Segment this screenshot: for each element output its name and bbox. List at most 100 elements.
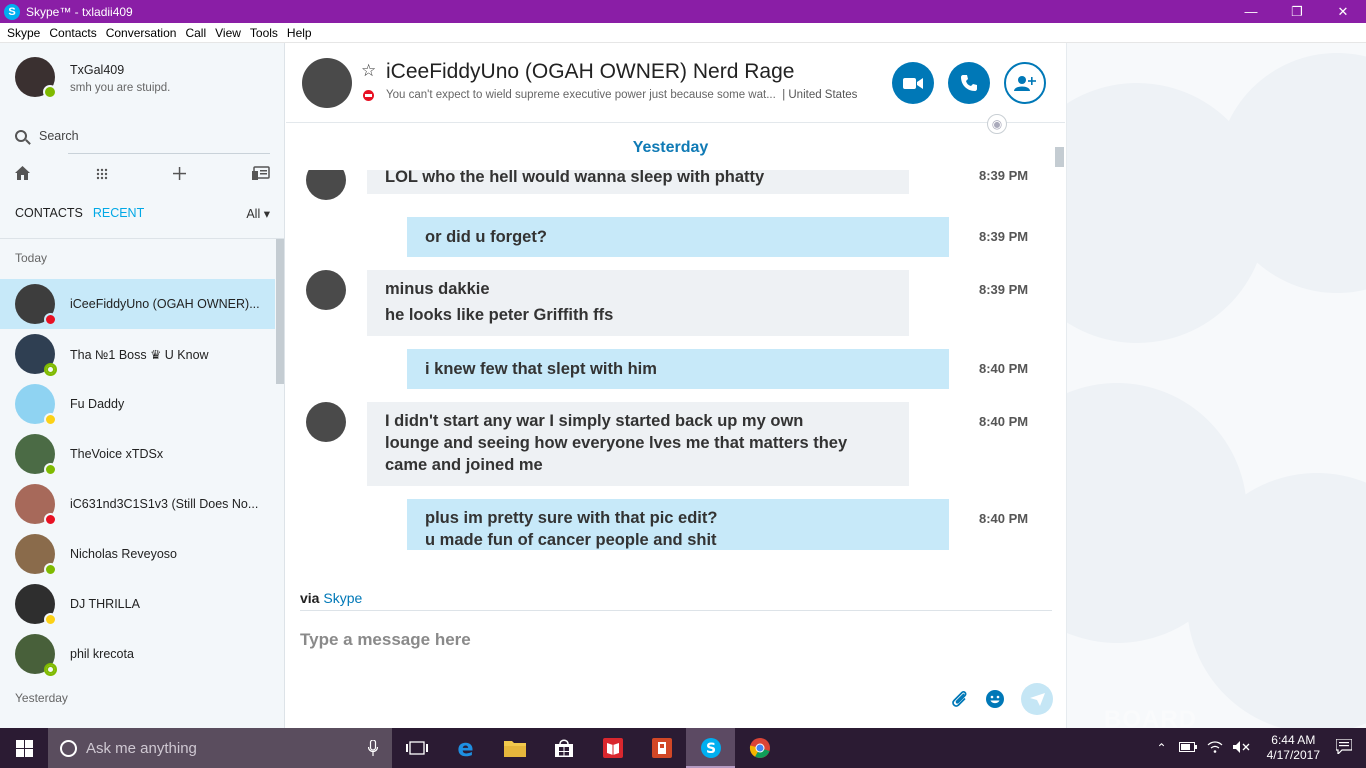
windows-logo-icon <box>15 739 33 757</box>
message-text: i knew few that slept with him <box>425 360 657 378</box>
message-text: I didn't start any war I simply started … <box>385 412 804 430</box>
search-box[interactable]: Search <box>15 125 270 147</box>
recent-contact-item[interactable]: TheVoice xTDSx <box>0 429 275 479</box>
menu-tools[interactable]: Tools <box>250 26 278 40</box>
clock[interactable]: 6:44 AM 4/17/2017 <box>1267 733 1320 763</box>
pdf-reader-icon[interactable] <box>588 728 637 768</box>
conversation-mood: You can't expect to wield supreme execut… <box>386 89 776 101</box>
message-input[interactable]: Type a message here <box>300 630 471 650</box>
incoming-message[interactable]: minus dakkie he looks like peter Griffith… <box>367 270 909 336</box>
recent-contact-item[interactable]: iC631nd3C1S1v3 (Still Does No... <box>0 479 275 529</box>
window-controls: — ❐ ✕ <box>1228 0 1366 23</box>
contact-name: Fu Daddy <box>70 397 125 411</box>
contact-avatar <box>15 334 57 376</box>
search-placeholder[interactable]: Search <box>39 129 79 143</box>
status-offline-icon <box>44 363 57 376</box>
maximize-button[interactable]: ❐ <box>1274 0 1320 23</box>
battery-icon[interactable] <box>1178 741 1197 755</box>
profile-card[interactable]: TxGal409 smh you are stuipd. <box>15 57 170 99</box>
favorite-star-icon[interactable]: ☆ <box>361 61 376 81</box>
clock-time: 6:44 AM <box>1271 733 1316 747</box>
profile-avatar[interactable] <box>15 57 57 99</box>
recent-contact-item[interactable]: Fu Daddy <box>0 379 275 429</box>
profile-mood[interactable]: smh you are stuipd. <box>70 82 170 94</box>
audio-call-button[interactable] <box>948 62 990 104</box>
office-app-icon[interactable] <box>637 728 686 768</box>
conversation-title[interactable]: iCeeFiddyUno (OGAH OWNER) Nerd Rage <box>386 60 794 84</box>
recent-contact-item[interactable]: iCeeFiddyUno (OGAH OWNER)... <box>0 279 275 329</box>
incoming-message[interactable]: LOL who the hell would wanna sleep with … <box>367 170 909 194</box>
via-skype-link[interactable]: Skype <box>323 590 362 606</box>
outgoing-message[interactable]: plus im pretty sure with that pic edit? u… <box>407 499 949 550</box>
menu-help[interactable]: Help <box>287 26 312 40</box>
globe-icon[interactable]: ◉ <box>987 114 1007 134</box>
message-timestamp: 8:39 PM <box>979 229 1029 244</box>
recent-contact-item[interactable]: Tha №1 Boss ♛ U Know <box>0 329 275 379</box>
message-avatar[interactable] <box>306 170 346 200</box>
conversation-avatar[interactable] <box>302 58 352 108</box>
attachment-icon[interactable] <box>951 689 969 714</box>
start-button[interactable] <box>0 728 48 768</box>
outgoing-message[interactable]: or did u forget? <box>407 217 949 257</box>
file-explorer-icon[interactable] <box>490 728 539 768</box>
sidebar-scroll-thumb[interactable] <box>276 239 284 384</box>
volume-mute-icon[interactable] <box>1232 740 1251 756</box>
dialpad-icon[interactable] <box>96 167 108 184</box>
cortana-search[interactable]: Ask me anything <box>48 728 392 768</box>
minimize-button[interactable]: — <box>1228 0 1274 23</box>
status-dnd-icon <box>363 90 374 101</box>
add-icon[interactable] <box>173 166 187 184</box>
skype-taskbar-icon[interactable]: S <box>686 728 735 768</box>
send-button[interactable] <box>1021 683 1053 720</box>
emoticon-icon[interactable] <box>985 689 1005 714</box>
sidebar-scrollbar[interactable] <box>275 239 284 728</box>
contact-name: iCeeFiddyUno (OGAH OWNER)... <box>70 297 260 311</box>
message-scrollbar[interactable] <box>1055 147 1065 547</box>
menu-skype[interactable]: Skype <box>7 26 40 40</box>
contact-avatar <box>15 484 57 526</box>
menu-conversation[interactable]: Conversation <box>106 26 177 40</box>
add-people-button[interactable] <box>1004 62 1046 104</box>
cortana-placeholder[interactable]: Ask me anything <box>86 740 197 757</box>
message-avatar[interactable] <box>306 402 346 442</box>
video-call-button[interactable] <box>892 62 934 104</box>
action-center-icon[interactable] <box>1335 738 1353 757</box>
recent-contact-item[interactable]: phil krecota <box>0 629 275 679</box>
edge-icon[interactable]: e <box>441 728 490 768</box>
filter-dropdown[interactable]: All ▾ <box>246 206 270 221</box>
contact-avatar <box>15 384 57 426</box>
tabs-divider <box>0 238 284 239</box>
chrome-icon[interactable] <box>735 728 784 768</box>
contact-avatar <box>15 634 57 676</box>
message-list: LOL who the hell would wanna sleep with … <box>286 170 1065 550</box>
filter-label: All <box>246 207 261 221</box>
tab-recent[interactable]: RECENT <box>93 206 144 221</box>
message-avatar[interactable] <box>306 270 346 310</box>
tab-contacts[interactable]: CONTACTS <box>15 206 83 221</box>
message-timestamp: 8:39 PM <box>979 170 1029 183</box>
tray-chevron-up-icon[interactable]: ⌃ <box>1157 741 1167 755</box>
status-away-icon <box>44 413 57 426</box>
home-icon[interactable] <box>15 166 30 184</box>
recent-contact-item[interactable]: Nicholas Reveyoso <box>0 529 275 579</box>
incoming-message[interactable]: I didn't start any war I simply started … <box>367 402 909 486</box>
close-button[interactable]: ✕ <box>1320 0 1366 23</box>
task-view-icon[interactable] <box>392 728 441 768</box>
store-icon[interactable] <box>539 728 588 768</box>
wifi-icon[interactable] <box>1207 740 1223 756</box>
menu-call[interactable]: Call <box>185 26 206 40</box>
status-online-icon <box>43 85 57 99</box>
contact-avatar <box>15 534 57 576</box>
contact-card-icon[interactable] <box>251 165 270 185</box>
message-scroll-thumb[interactable] <box>1055 147 1064 167</box>
svg-text:S: S <box>705 741 715 757</box>
day-separator: Yesterday <box>632 139 709 156</box>
recent-contact-item[interactable]: DJ THRILLA <box>0 579 275 629</box>
outgoing-message[interactable]: i knew few that slept with him <box>407 349 949 389</box>
menu-view[interactable]: View <box>215 26 241 40</box>
menu-contacts[interactable]: Contacts <box>49 26 96 40</box>
microphone-icon[interactable] <box>367 739 379 760</box>
message-timestamp: 8:40 PM <box>979 511 1029 526</box>
status-online-icon <box>44 563 57 576</box>
contact-avatar <box>15 284 57 326</box>
